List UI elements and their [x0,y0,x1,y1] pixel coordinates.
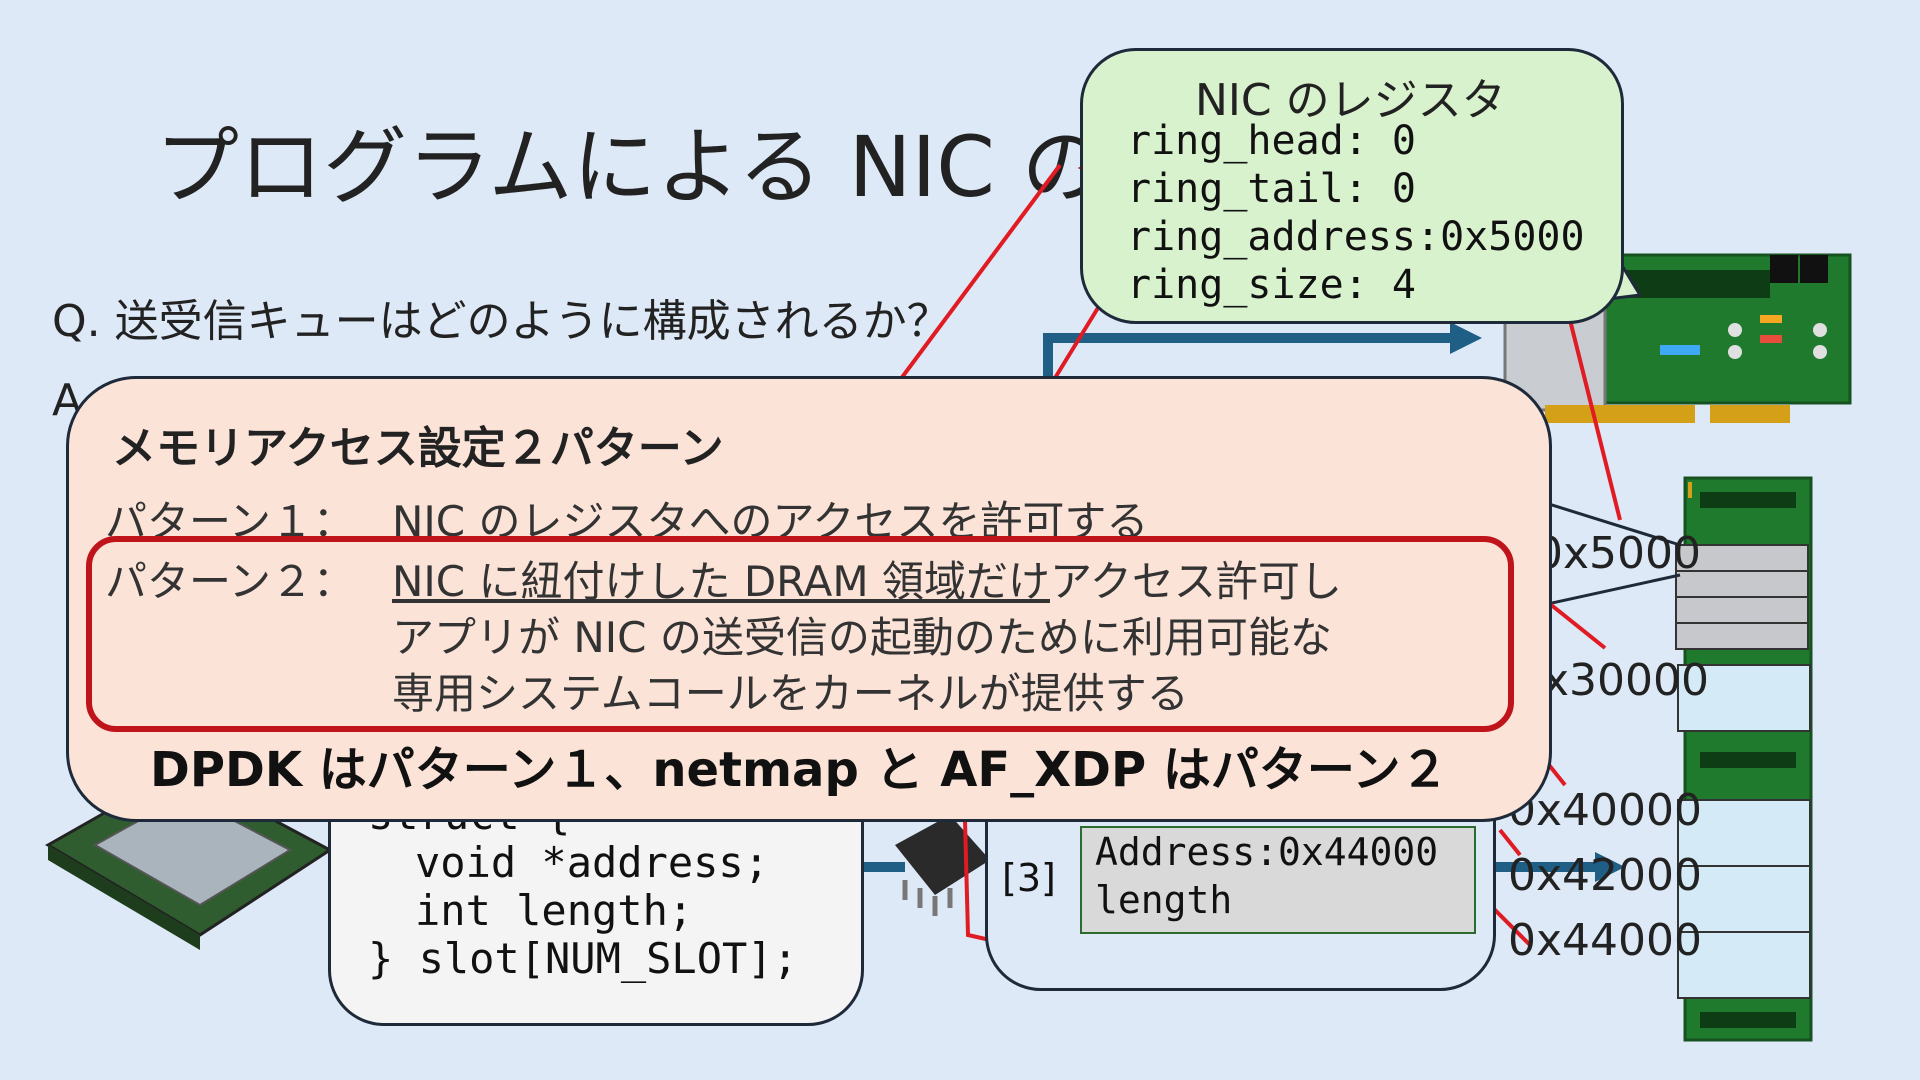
arrow-head-nic [1450,322,1482,354]
popup-summary: DPDK はパターン１、netmap と AF_XDP はパターン２ [150,742,1449,798]
network-chip-icon [895,815,990,916]
slot-3-address: Address:0x44000 [1095,830,1439,874]
popup-title: メモリアクセス設定２パターン [112,423,724,474]
pattern-2-line-2: アプリが NIC の送受信の起動のために利用可能な [392,613,1332,662]
pattern-2-rest: アクセス許可し [1049,557,1342,606]
pattern-2-line-3: 専用システムコールをカーネルが提供する [392,669,1189,718]
struct-line-4: } slot[NUM_SLOT]; [368,934,798,983]
arrow-to-nic [1043,333,1450,380]
struct-line-2: void *address; [415,838,770,887]
pattern-2-label: パターン２： [105,557,355,606]
pattern-2-underlined: NIC に紐付けした DRAM 領域だけ [392,557,1050,606]
address-label: 0x5000 [1535,528,1702,579]
register-ring-size: ring_size: 4 [1127,262,1416,308]
struct-line-3: int length; [415,886,694,935]
register-ring-head: ring_head: 0 [1127,118,1416,164]
register-ring-tail: ring_tail: 0 [1127,166,1416,212]
address-label: 0x42000 [1508,850,1703,901]
slot-index: [3] [1002,856,1056,900]
pattern-2-line-1: NIC に紐付けした DRAM 領域だけアクセス許可し [392,548,1342,609]
slot-3-length: length [1095,878,1233,922]
address-label: 0x44000 [1508,915,1703,966]
register-ring-address: ring_address:0x5000 [1127,214,1585,260]
